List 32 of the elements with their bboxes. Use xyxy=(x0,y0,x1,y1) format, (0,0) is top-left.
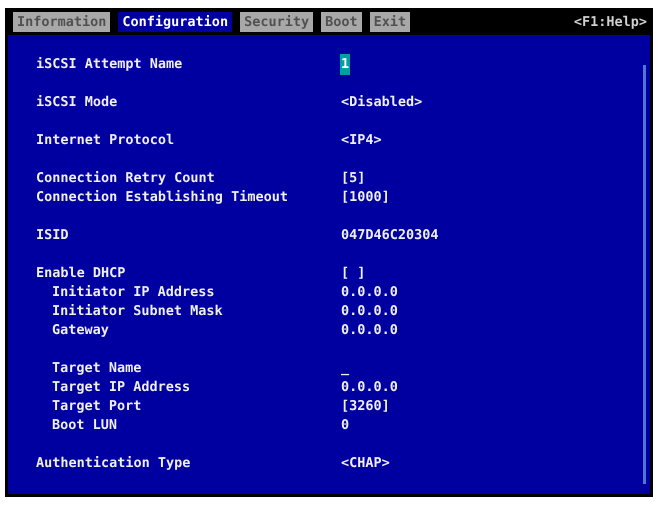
setting-label: Authentication Type xyxy=(36,454,192,474)
setting-value[interactable]: <IP4> xyxy=(340,130,383,151)
setting-label: Target Name xyxy=(52,359,142,378)
setting-label: Connection Establishing Timeout xyxy=(36,188,289,208)
setting-value[interactable]: [3260] xyxy=(340,396,391,417)
setting-value[interactable]: [5] xyxy=(340,168,366,189)
help-hint: <F1:Help> xyxy=(574,12,647,32)
setting-value[interactable]: _ xyxy=(340,358,350,379)
setting-value[interactable]: 0.0.0.0 xyxy=(340,282,399,303)
setting-label: Gateway xyxy=(52,321,110,340)
setting-label: Initiator IP Address xyxy=(52,283,216,302)
scrollbar[interactable] xyxy=(643,65,646,484)
setting-value[interactable]: <Disabled> xyxy=(340,92,424,113)
setting-value[interactable]: [ ] xyxy=(340,263,366,284)
setting-value[interactable]: 0 xyxy=(340,415,350,436)
setting-label: iSCSI Mode xyxy=(36,93,118,112)
setting-label: Initiator Subnet Mask xyxy=(52,302,224,322)
setting-value[interactable]: [1000] xyxy=(340,187,391,208)
setting-label: Internet Protocol xyxy=(36,131,176,150)
setting-label: Enable DHCP xyxy=(36,264,126,284)
setting-value[interactable]: 047D46C20304 xyxy=(340,225,440,246)
setting-value[interactable]: <CHAP> xyxy=(340,453,391,474)
setting-value[interactable]: 0.0.0.0 xyxy=(340,320,399,341)
menu-tab[interactable]: Configuration xyxy=(118,12,232,32)
setting-label: Connection Retry Count xyxy=(36,169,216,188)
setting-value[interactable]: 0.0.0.0 xyxy=(340,377,399,398)
setting-label: Target IP Address xyxy=(52,378,192,398)
setting-value[interactable]: 0.0.0.0 xyxy=(340,301,399,322)
setting-label: ISID xyxy=(36,226,70,246)
setting-label: Target Port xyxy=(52,397,142,416)
setting-label: Boot LUN xyxy=(52,416,118,436)
setting-label: iSCSI Attempt Name xyxy=(36,55,184,74)
